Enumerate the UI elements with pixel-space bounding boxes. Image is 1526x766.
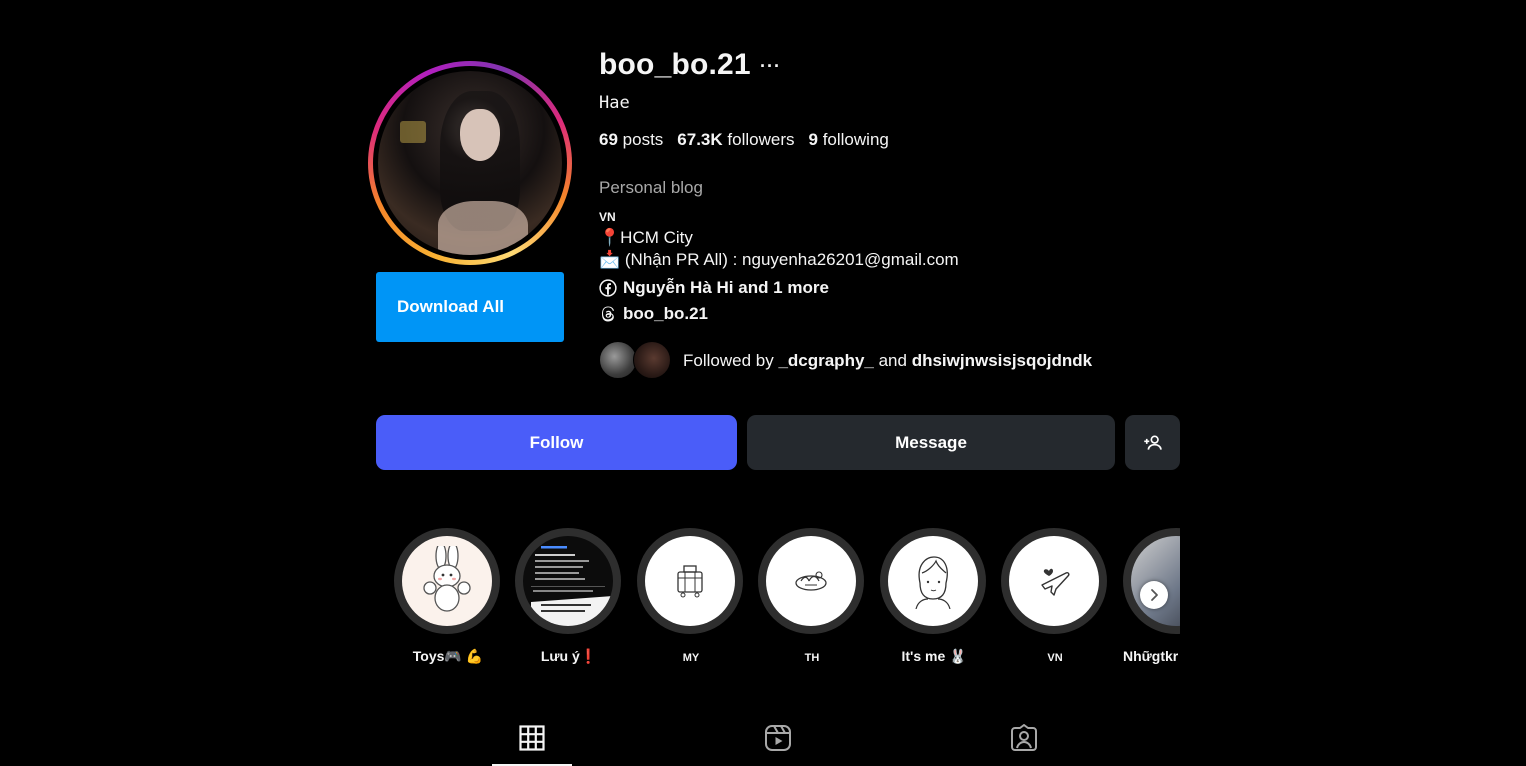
highlight-cover [1009,536,1099,626]
mutual-follower-avatar [599,341,637,379]
highlight-ring [394,528,500,634]
mutual-follower-avatar [633,341,671,379]
highlight-cover [888,536,978,626]
following-count[interactable]: 9 following [809,130,889,150]
highlight-label: Nhữgtkr [1123,648,1179,664]
bio-line-vn: VN [599,210,616,224]
more-options-icon[interactable]: ··· [760,56,781,77]
profile-avatar-ring[interactable] [368,61,572,265]
girl-sketch-icon [915,556,951,609]
person-add-icon [1143,435,1162,450]
highlight-ring [880,528,986,634]
story-highlights: Toys🎮 💪 Lưu ý❗ MY TH It's me 🐰 VN Nhữgtk… [394,528,1180,678]
tab-posts[interactable] [492,712,572,766]
avatar [378,71,562,255]
highlight-ring [637,528,743,634]
highlight-label: VN [1047,652,1063,664]
username: boo_bo.21 [599,48,751,81]
tagged-icon [1011,724,1037,751]
airplane-icon [1041,568,1070,596]
threads-icon [602,306,615,322]
tab-tagged[interactable] [984,712,1064,764]
suitcase-icon [677,565,703,598]
threads-link-text: boo_bo.21 [623,304,709,323]
follow-button[interactable]: Follow [376,415,737,470]
bunny-icon [423,546,471,612]
highlight-cover [523,536,613,626]
food-icon [795,571,827,591]
followed-by-text[interactable]: Followed by _dcgraphy_ and dhsiwjnwsisjs… [683,351,1092,371]
tab-reels[interactable] [738,712,818,764]
highlight-cover [645,536,735,626]
grid-icon [519,725,545,751]
full-name: Hae [599,93,630,113]
avatar-body [438,201,528,255]
highlight-cover [402,536,492,626]
facebook-icon [599,279,617,297]
highlight-label: It's me 🐰 [901,648,967,664]
highlight-label: Lưu ý❗ [540,648,598,664]
facebook-link[interactable]: Nguyễn Hà Hi and 1 more [599,278,829,298]
avatar-border [373,66,567,260]
profile-stats: 69 posts 67.3K followers 9 following [599,130,889,150]
highlight-label: TH [804,652,820,664]
avatar-background-light [400,121,426,143]
bio-line-email: 📩 (Nhận PR All) : nguyenha26201@gmail.co… [599,250,959,269]
mutual-followers-avatars[interactable] [599,341,674,379]
download-all-button[interactable]: Download All [376,272,564,342]
message-button[interactable]: Message [747,415,1115,470]
facebook-link-text: Nguyễn Hà Hi and 1 more [623,278,829,297]
followers-count[interactable]: 67.3K followers [677,130,794,150]
highlights-next-button[interactable] [1140,581,1168,609]
highlight-label: MY [682,652,700,664]
avatar-face [460,109,500,161]
highlight-ring [515,528,621,634]
profile-tabs [376,712,1180,766]
screenshot-thumbnail-icon [531,546,613,626]
highlight-cover [766,536,856,626]
profile-category: Personal blog [599,178,703,197]
highlight-label: Toys🎮 💪 [412,648,484,664]
chevron-right-icon [1151,589,1158,601]
posts-count: 69 posts [599,130,664,149]
highlight-ring [1001,528,1107,634]
suggested-users-button[interactable] [1125,415,1180,470]
reels-icon [765,725,791,751]
threads-link[interactable]: boo_bo.21 [599,304,708,324]
highlight-ring [758,528,864,634]
bio-line-location: 📍HCM City [599,228,693,247]
